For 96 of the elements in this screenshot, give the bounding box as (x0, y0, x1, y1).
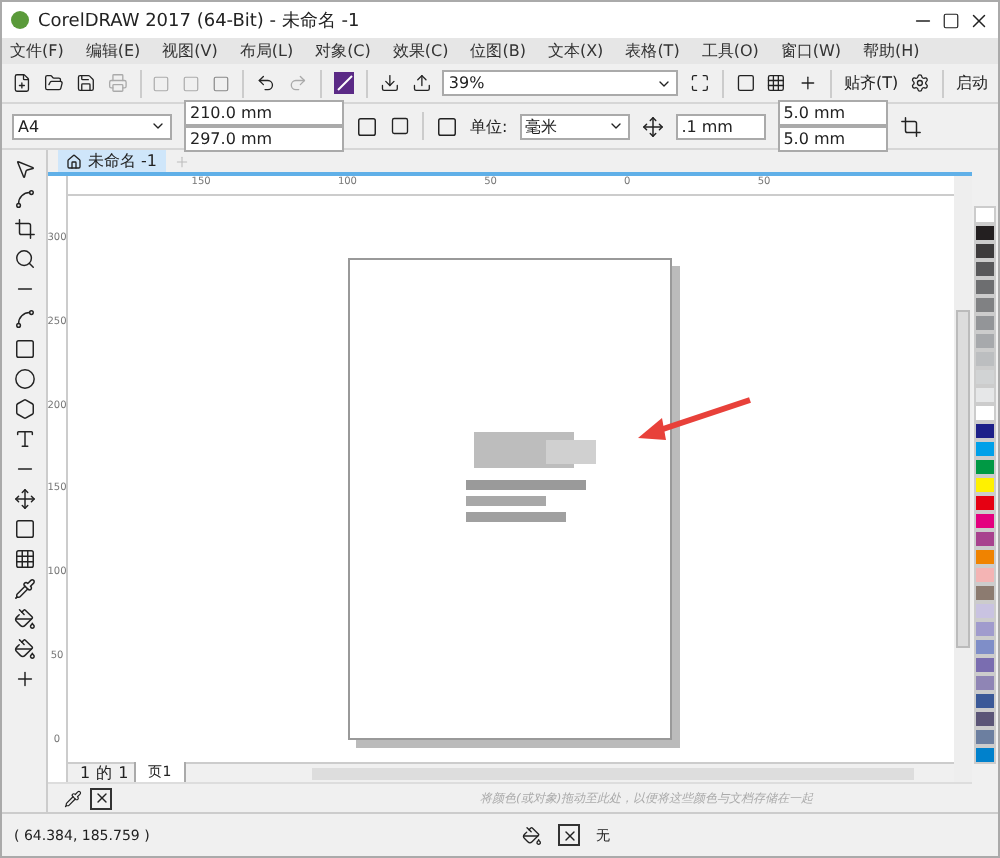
menu-item[interactable]: 文件(F) (10, 40, 64, 62)
close-icon[interactable] (968, 9, 990, 31)
menu-item[interactable]: 窗口(W) (780, 40, 842, 62)
app-logo-icon (10, 10, 30, 30)
color-swatch[interactable] (974, 422, 996, 440)
color-swatch[interactable] (974, 656, 996, 674)
color-swatch[interactable] (974, 746, 996, 764)
color-swatch[interactable] (974, 566, 996, 584)
document-tab[interactable]: 未命名 -1 (58, 150, 166, 172)
nudge-icon[interactable] (641, 115, 664, 137)
color-swatch[interactable] (974, 260, 996, 278)
menu-item[interactable]: 表格(T) (625, 40, 680, 62)
nudge-field[interactable]: .1 mm (675, 113, 766, 139)
color-swatch[interactable] (974, 710, 996, 728)
color-swatch[interactable] (974, 404, 996, 422)
paper-size-field[interactable]: A4 (12, 113, 172, 139)
color-swatch[interactable] (974, 368, 996, 386)
add-tool-icon[interactable] (13, 668, 35, 690)
rectangle-icon[interactable] (13, 338, 35, 360)
eyedropper-icon[interactable] (64, 789, 82, 807)
color-swatch[interactable] (974, 530, 996, 548)
menu-item[interactable]: 布局(L) (239, 40, 294, 62)
menu-item[interactable]: 视图(V) (162, 40, 218, 62)
zoom-field[interactable]: 39% (442, 70, 678, 96)
no-color-swatch[interactable] (90, 787, 112, 809)
color-swatch[interactable] (974, 296, 996, 314)
crop-icon[interactable] (13, 218, 35, 240)
page-of-label: 的 (96, 762, 113, 784)
curve-icon[interactable] (13, 308, 35, 330)
unit-label: 单位: (470, 115, 508, 137)
menu-item[interactable]: 位图(B) (470, 40, 526, 62)
corel-connect-icon[interactable] (333, 72, 354, 94)
fill-icon[interactable] (13, 608, 35, 630)
text-tool-icon[interactable] (13, 428, 35, 450)
duplicate-x-field[interactable]: 5.0 mm (777, 100, 888, 126)
color-swatch[interactable] (974, 728, 996, 746)
full-screen-icon[interactable] (689, 72, 710, 94)
fill-status-icon[interactable] (522, 825, 542, 845)
color-swatch[interactable] (974, 476, 996, 494)
no-fill-swatch (558, 824, 580, 846)
menu-item[interactable]: 编辑(E) (85, 40, 141, 62)
color-swatch[interactable] (974, 674, 996, 692)
width-field[interactable]: 210.0 mm (184, 100, 344, 126)
caret-icon (150, 118, 166, 134)
bleed-icon[interactable] (899, 115, 922, 137)
color-swatch[interactable] (974, 440, 996, 458)
page-number: 1 (80, 764, 91, 782)
color-swatch[interactable] (974, 692, 996, 710)
color-swatch[interactable] (974, 494, 996, 512)
save-icon[interactable] (75, 72, 96, 94)
launch-menu[interactable]: 启动 (955, 72, 988, 94)
eyedropper-icon[interactable] (13, 578, 35, 600)
menu-item[interactable]: 文本(X) (547, 40, 604, 62)
color-swatch[interactable] (974, 314, 996, 332)
color-swatch[interactable] (974, 458, 996, 476)
menu-item[interactable]: 工具(O) (701, 40, 759, 62)
maximize-icon[interactable] (942, 11, 960, 29)
transparency-icon[interactable] (13, 548, 35, 570)
color-swatch[interactable] (974, 638, 996, 656)
snap-menu[interactable]: 贴齐(T) (844, 72, 899, 94)
pointer-icon[interactable] (13, 158, 35, 180)
new-file-icon[interactable] (12, 72, 32, 94)
horizontal-scrollbar[interactable] (311, 767, 914, 779)
import-icon[interactable] (379, 72, 400, 94)
color-swatch[interactable] (974, 332, 996, 350)
color-swatch[interactable] (974, 548, 996, 566)
color-swatch[interactable] (974, 224, 996, 242)
outline-icon[interactable] (13, 638, 35, 660)
menu-item[interactable]: 对象(C) (315, 40, 371, 62)
page-total: 1 (118, 764, 129, 782)
color-swatch[interactable] (974, 512, 996, 530)
undo-icon[interactable] (256, 72, 277, 94)
color-swatch[interactable] (974, 278, 996, 296)
color-swatch[interactable] (974, 602, 996, 620)
caret-icon (607, 118, 624, 134)
menu-item[interactable]: 效果(C) (392, 40, 449, 62)
unit-field[interactable]: 毫米 (519, 113, 630, 139)
home-icon (66, 153, 82, 169)
ellipse-icon[interactable] (13, 368, 35, 390)
color-swatch[interactable] (974, 242, 996, 260)
export-icon[interactable] (411, 72, 431, 94)
duplicate-y-field[interactable]: 5.0 mm (777, 126, 888, 152)
color-swatch[interactable] (974, 620, 996, 638)
height-field[interactable]: 297.0 mm (184, 126, 344, 152)
guidelines-icon[interactable] (798, 72, 819, 94)
grid-icon[interactable] (766, 72, 787, 94)
zoom-icon[interactable] (13, 248, 35, 270)
window-title: CorelDRAW 2017 (64-Bit) - 未命名 -1 (38, 9, 362, 33)
menu-item[interactable]: 帮助(H) (863, 40, 920, 62)
color-swatch[interactable] (974, 386, 996, 404)
pointer-arrow (634, 396, 754, 444)
polygon-icon[interactable] (13, 398, 35, 420)
open-folder-icon[interactable] (43, 72, 64, 94)
color-swatch[interactable] (974, 350, 996, 368)
settings-icon[interactable] (910, 72, 931, 94)
color-swatch[interactable] (974, 584, 996, 602)
